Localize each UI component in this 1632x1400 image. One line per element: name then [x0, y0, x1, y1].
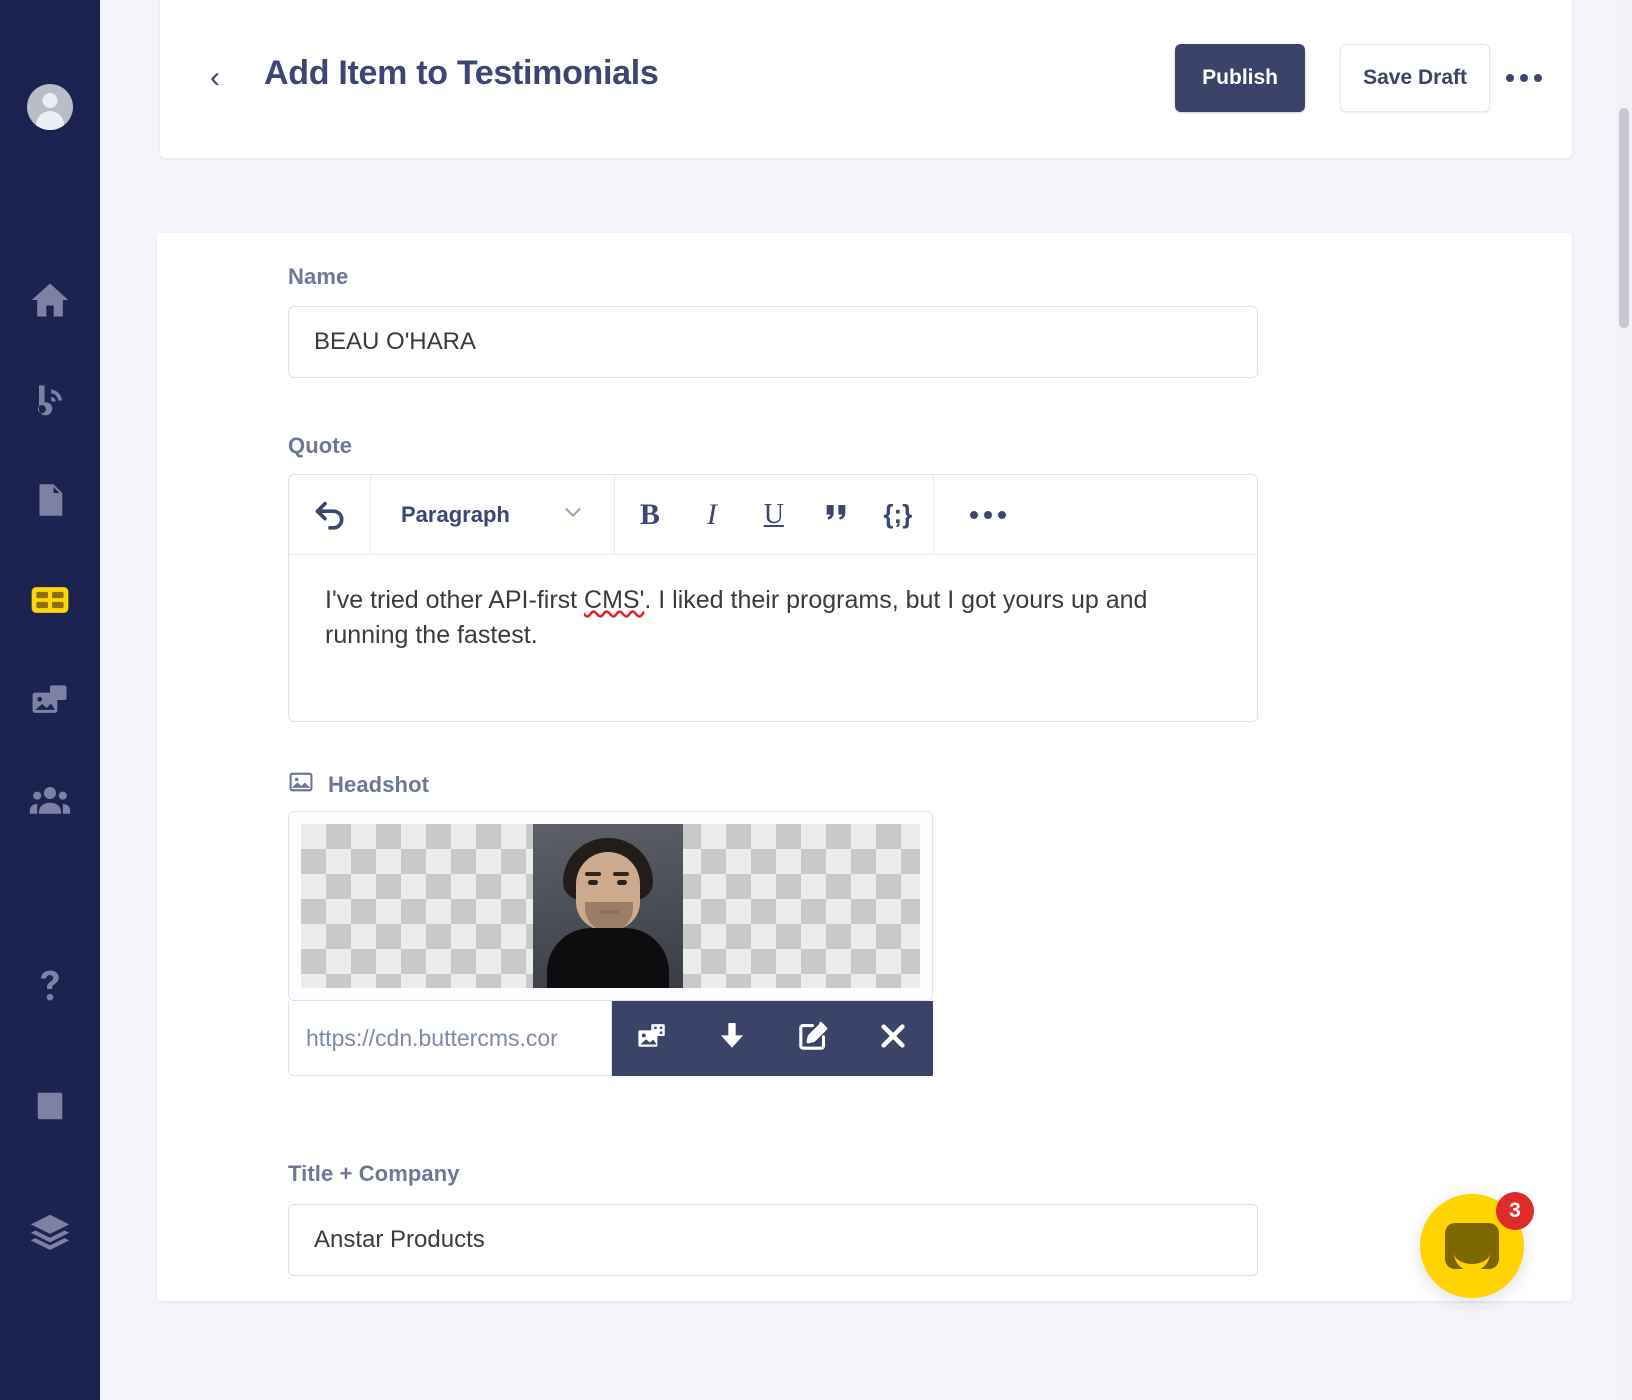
quote-text-before: I've tried other API-first: [325, 586, 584, 614]
quote-text-misspelled: CMS': [584, 586, 644, 614]
media-icon: [28, 678, 72, 722]
rte-toolbar: Paragraph B I: [289, 475, 1257, 555]
sidebar-item-layers[interactable]: [24, 1206, 76, 1258]
help-icon: [29, 965, 71, 1007]
headshot-image: [533, 824, 683, 988]
inline-format-group: B I U: [615, 475, 934, 554]
code-icon: {;}: [883, 499, 912, 530]
avatar-body: [36, 111, 64, 130]
save-draft-button[interactable]: Save Draft: [1340, 44, 1490, 112]
name-input[interactable]: [288, 306, 1258, 378]
name-label: Name: [288, 264, 348, 290]
blockquote-button[interactable]: [805, 475, 867, 555]
ellipsis-icon: [970, 511, 1006, 519]
publish-button[interactable]: Publish: [1175, 44, 1305, 112]
more-options-button[interactable]: [1498, 52, 1550, 104]
pages-icon: [29, 479, 71, 521]
main-content: ‹ Add Item to Testimonials Publish Save …: [100, 0, 1632, 1400]
remove-button[interactable]: [862, 1010, 924, 1068]
portrait-eye-right: [617, 880, 627, 885]
underline-button[interactable]: U: [743, 475, 805, 555]
block-format-value: Paragraph: [401, 502, 510, 528]
docs-icon: [29, 1085, 71, 1127]
headshot-url[interactable]: https://cdn.buttercms.cor: [288, 1001, 612, 1076]
underline-icon: U: [764, 499, 784, 531]
headshot-actions: [612, 1001, 933, 1076]
portrait-body: [547, 928, 669, 988]
page-title: Add Item to Testimonials: [264, 54, 659, 93]
sidebar-item-pages[interactable]: [24, 474, 76, 526]
sidebar-item-docs[interactable]: [24, 1080, 76, 1132]
quote-editor-body[interactable]: I've tried other API-first CMS'. I liked…: [289, 555, 1257, 680]
title-company-input[interactable]: [288, 1204, 1258, 1276]
sidebar-item-team[interactable]: [24, 774, 76, 826]
sidebar-item-home[interactable]: [24, 274, 76, 326]
portrait-brow-left: [585, 872, 601, 876]
media-library-button[interactable]: [621, 1010, 683, 1068]
portrait-eye-left: [588, 880, 598, 885]
headshot-thumbnail: [301, 824, 920, 988]
title-company-label: Title + Company: [288, 1161, 460, 1187]
scrollbar-track[interactable]: [1616, 0, 1632, 1400]
app-root: ‹ Add Item to Testimonials Publish Save …: [0, 0, 1632, 1400]
ellipsis-icon: [1506, 74, 1542, 82]
code-button[interactable]: {;}: [867, 475, 929, 555]
bold-button[interactable]: B: [619, 475, 681, 555]
item-form: Name Quote: [157, 233, 1572, 1301]
edit-button[interactable]: [782, 1010, 844, 1068]
layers-icon: [27, 1209, 73, 1255]
download-icon: [715, 1019, 749, 1058]
collections-icon: [28, 578, 72, 622]
sidebar-item-blog[interactable]: [24, 374, 76, 426]
sidebar: [0, 0, 100, 1400]
home-icon: [28, 278, 72, 322]
chat-unread-badge: 3: [1496, 1192, 1534, 1230]
avatar-head: [43, 93, 58, 108]
quote-label: Quote: [288, 433, 352, 459]
page-header: ‹ Add Item to Testimonials Publish Save …: [160, 0, 1572, 158]
edit-icon: [796, 1019, 830, 1058]
sidebar-item-media[interactable]: [24, 674, 76, 726]
undo-button[interactable]: [289, 475, 371, 554]
back-button[interactable]: ‹: [198, 56, 232, 100]
undo-icon: [310, 492, 350, 537]
sidebar-item-collections[interactable]: [24, 574, 76, 626]
chevron-down-icon: [562, 501, 584, 528]
block-format-select[interactable]: Paragraph: [371, 475, 615, 554]
bold-icon: B: [640, 498, 660, 532]
bottom-strip: [100, 1346, 1632, 1400]
blog-icon: [28, 378, 72, 422]
sidebar-item-help[interactable]: [24, 960, 76, 1012]
italic-button[interactable]: I: [681, 475, 743, 555]
quote-icon: [822, 498, 850, 531]
portrait-mouth: [599, 910, 619, 914]
scrollbar-thumb[interactable]: [1619, 108, 1629, 328]
download-button[interactable]: [701, 1010, 763, 1068]
chat-bubble-icon: [1445, 1223, 1499, 1269]
headshot-preview[interactable]: [288, 811, 933, 1001]
image-icon: [288, 769, 314, 801]
headshot-label-row: Headshot: [288, 769, 429, 801]
media-library-icon: [635, 1019, 669, 1058]
user-avatar[interactable]: [27, 84, 73, 130]
headshot-label: Headshot: [328, 772, 429, 798]
portrait-brow-right: [613, 872, 629, 876]
italic-icon: I: [707, 498, 717, 532]
team-icon: [28, 778, 72, 822]
close-icon: [877, 1020, 909, 1057]
headshot-footer: https://cdn.buttercms.cor: [288, 1001, 933, 1076]
rte-overflow-button[interactable]: [934, 475, 1257, 554]
quote-rich-text-editor: Paragraph B I: [288, 474, 1258, 722]
